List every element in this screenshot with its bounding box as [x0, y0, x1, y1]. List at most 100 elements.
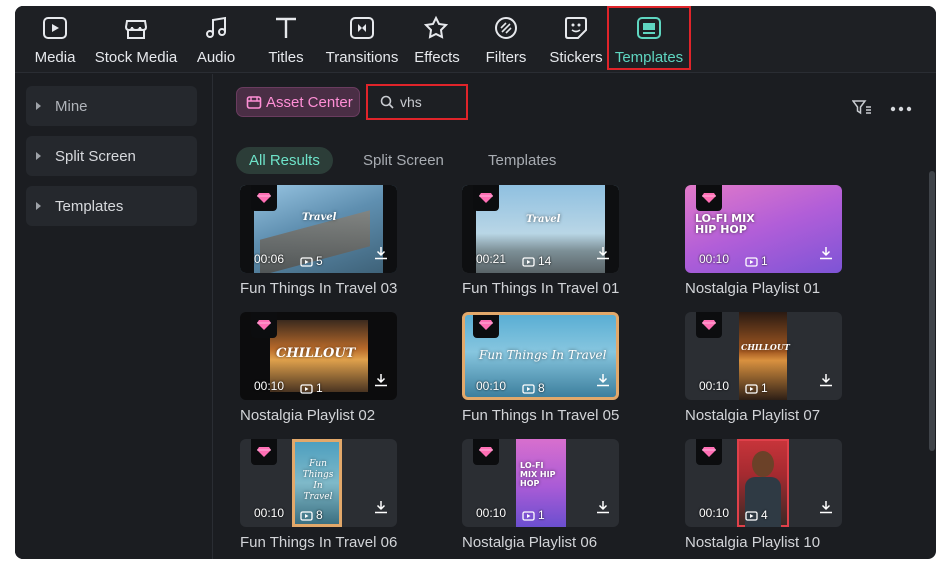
transitions-icon — [347, 14, 377, 42]
template-title: Nostalgia Playlist 02 — [240, 407, 376, 424]
more-options-icon[interactable] — [890, 99, 912, 117]
premium-gem-icon — [473, 315, 499, 338]
scene-count: 8 — [300, 508, 323, 522]
clips-icon — [300, 256, 313, 267]
premium-gem-icon — [251, 185, 277, 211]
search-icon — [380, 95, 394, 109]
template-card[interactable]: Travel 00:21 14 Fun Things In Travel 01 — [462, 185, 619, 297]
download-icon[interactable] — [596, 373, 610, 392]
toolbar-filters[interactable]: Filters — [486, 6, 526, 73]
clips-icon — [745, 383, 758, 394]
filters-icon — [491, 14, 521, 42]
clips-icon — [745, 510, 758, 521]
scene-count: 8 — [522, 381, 545, 395]
effects-icon — [422, 14, 452, 42]
sidebar-item-split-screen[interactable]: Split Screen — [26, 136, 197, 176]
template-thumbnail[interactable]: CHILLOUT 00:10 1 — [685, 312, 842, 400]
toolbar-stock-media[interactable]: Stock Media — [95, 6, 177, 73]
sidebar-item-mine[interactable]: Mine — [26, 86, 197, 126]
download-icon[interactable] — [374, 246, 388, 265]
template-card[interactable]: CHILLOUT 00:10 1 Nostalgia Playlist 02 — [240, 312, 397, 424]
premium-gem-icon — [473, 185, 499, 211]
premium-gem-icon — [473, 439, 499, 465]
scene-count: 1 — [745, 254, 768, 268]
premium-gem-icon — [696, 185, 722, 211]
download-icon[interactable] — [819, 500, 833, 519]
clips-icon — [522, 510, 535, 521]
template-thumbnail[interactable]: 00:10 4 — [685, 439, 842, 527]
top-toolbar: Media Stock Media Audio Titles Transitio… — [15, 6, 936, 73]
caret-right-icon — [36, 202, 41, 210]
scene-count: 1 — [522, 508, 545, 522]
template-thumbnail[interactable]: Travel 00:21 14 — [462, 185, 619, 273]
template-thumbnail[interactable]: CHILLOUT 00:10 1 — [240, 312, 397, 400]
caret-right-icon — [36, 102, 41, 110]
tab-all-results[interactable]: All Results — [236, 147, 333, 174]
template-title: Fun Things In Travel 06 — [240, 534, 398, 551]
clips-icon — [745, 256, 758, 267]
template-title: Nostalgia Playlist 06 — [462, 534, 598, 551]
template-thumbnail[interactable]: Fun Things In Travel 00:10 8 — [240, 439, 397, 527]
scene-count: 5 — [300, 254, 323, 268]
template-thumbnail[interactable]: LO-FI MIX HIP HOP 00:10 1 — [685, 185, 842, 273]
toolbar-stickers[interactable]: Stickers — [549, 6, 603, 73]
caret-right-icon — [36, 152, 41, 160]
scene-count: 1 — [300, 381, 323, 395]
toolbar-transitions[interactable]: Transitions — [325, 6, 399, 73]
template-card[interactable]: Fun Things In Travel 00:10 8 Fun Things … — [240, 439, 397, 551]
template-title: Nostalgia Playlist 10 — [685, 534, 821, 551]
scrollbar[interactable] — [929, 171, 935, 451]
toolbar-media[interactable]: Media — [35, 6, 75, 73]
tab-split-screen[interactable]: Split Screen — [363, 147, 444, 174]
audio-icon — [201, 14, 231, 42]
scene-count: 1 — [745, 381, 768, 395]
template-thumbnail[interactable]: Fun Things In Travel 00:10 8 — [462, 312, 619, 400]
template-card[interactable]: Travel 00:06 5 Fun Things In Travel 03 — [240, 185, 397, 297]
scene-count: 4 — [745, 508, 768, 522]
clips-icon — [522, 256, 535, 267]
template-card[interactable]: Fun Things In Travel 00:10 8 Fun Things … — [462, 312, 619, 424]
template-title: Nostalgia Playlist 01 — [685, 280, 821, 297]
search-box[interactable] — [366, 84, 468, 120]
stickers-icon — [561, 14, 591, 42]
template-card[interactable]: LO-FI MIX HIP HOP 00:10 1 Nostalgia Play… — [462, 439, 619, 551]
app-window: Media Stock Media Audio Titles Transitio… — [15, 6, 936, 559]
search-input[interactable] — [400, 94, 455, 110]
download-icon[interactable] — [819, 246, 833, 265]
filter-icon[interactable] — [851, 99, 872, 120]
template-title: Fun Things In Travel 03 — [240, 280, 398, 297]
sidebar: Mine Split Screen Templates — [15, 74, 213, 559]
asset-center-button[interactable]: Asset Center — [236, 87, 360, 117]
toolbar-titles[interactable]: Titles — [268, 6, 304, 73]
download-icon[interactable] — [374, 373, 388, 392]
clips-icon — [300, 510, 313, 521]
download-icon[interactable] — [819, 373, 833, 392]
download-icon[interactable] — [374, 500, 388, 519]
template-thumbnail[interactable]: LO-FI MIX HIP HOP 00:10 1 — [462, 439, 619, 527]
template-card[interactable]: LO-FI MIX HIP HOP 00:10 1 Nostalgia Play… — [685, 185, 842, 297]
download-icon[interactable] — [596, 500, 610, 519]
store-icon — [246, 94, 262, 110]
templates-highlight-frame — [607, 6, 691, 70]
toolbar-effects[interactable]: Effects — [413, 6, 461, 73]
scene-count: 14 — [522, 254, 551, 268]
premium-gem-icon — [251, 439, 277, 465]
template-card[interactable]: 00:10 4 Nostalgia Playlist 10 — [685, 439, 842, 551]
titles-icon — [271, 14, 301, 42]
template-card[interactable]: CHILLOUT 00:10 1 Nostalgia Playlist 07 — [685, 312, 842, 424]
premium-gem-icon — [696, 312, 722, 338]
clips-icon — [300, 383, 313, 394]
toolbar-audio[interactable]: Audio — [196, 6, 236, 73]
clips-icon — [522, 383, 535, 394]
tab-templates[interactable]: Templates — [488, 147, 556, 174]
premium-gem-icon — [696, 439, 722, 465]
template-title: Fun Things In Travel 05 — [462, 407, 620, 424]
main-panel: Asset Center All Results Split Screen Te… — [214, 74, 936, 559]
template-title: Nostalgia Playlist 07 — [685, 407, 821, 424]
sidebar-item-templates[interactable]: Templates — [26, 186, 197, 226]
download-icon[interactable] — [596, 246, 610, 265]
media-icon — [40, 14, 70, 42]
stock-media-icon — [121, 14, 151, 42]
template-title: Fun Things In Travel 01 — [462, 280, 620, 297]
template-thumbnail[interactable]: Travel 00:06 5 — [240, 185, 397, 273]
